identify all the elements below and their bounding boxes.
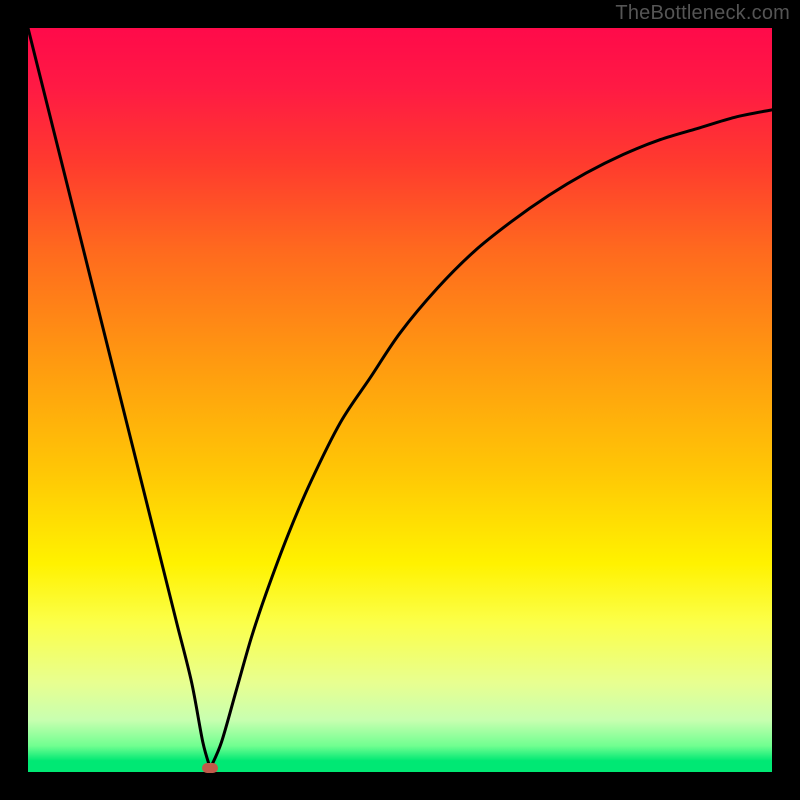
plot-area: [28, 28, 772, 772]
chart-svg: [28, 28, 772, 772]
minimum-marker: [202, 763, 218, 773]
watermark-text: TheBottleneck.com: [615, 2, 790, 25]
chart-frame: TheBottleneck.com: [0, 0, 800, 800]
